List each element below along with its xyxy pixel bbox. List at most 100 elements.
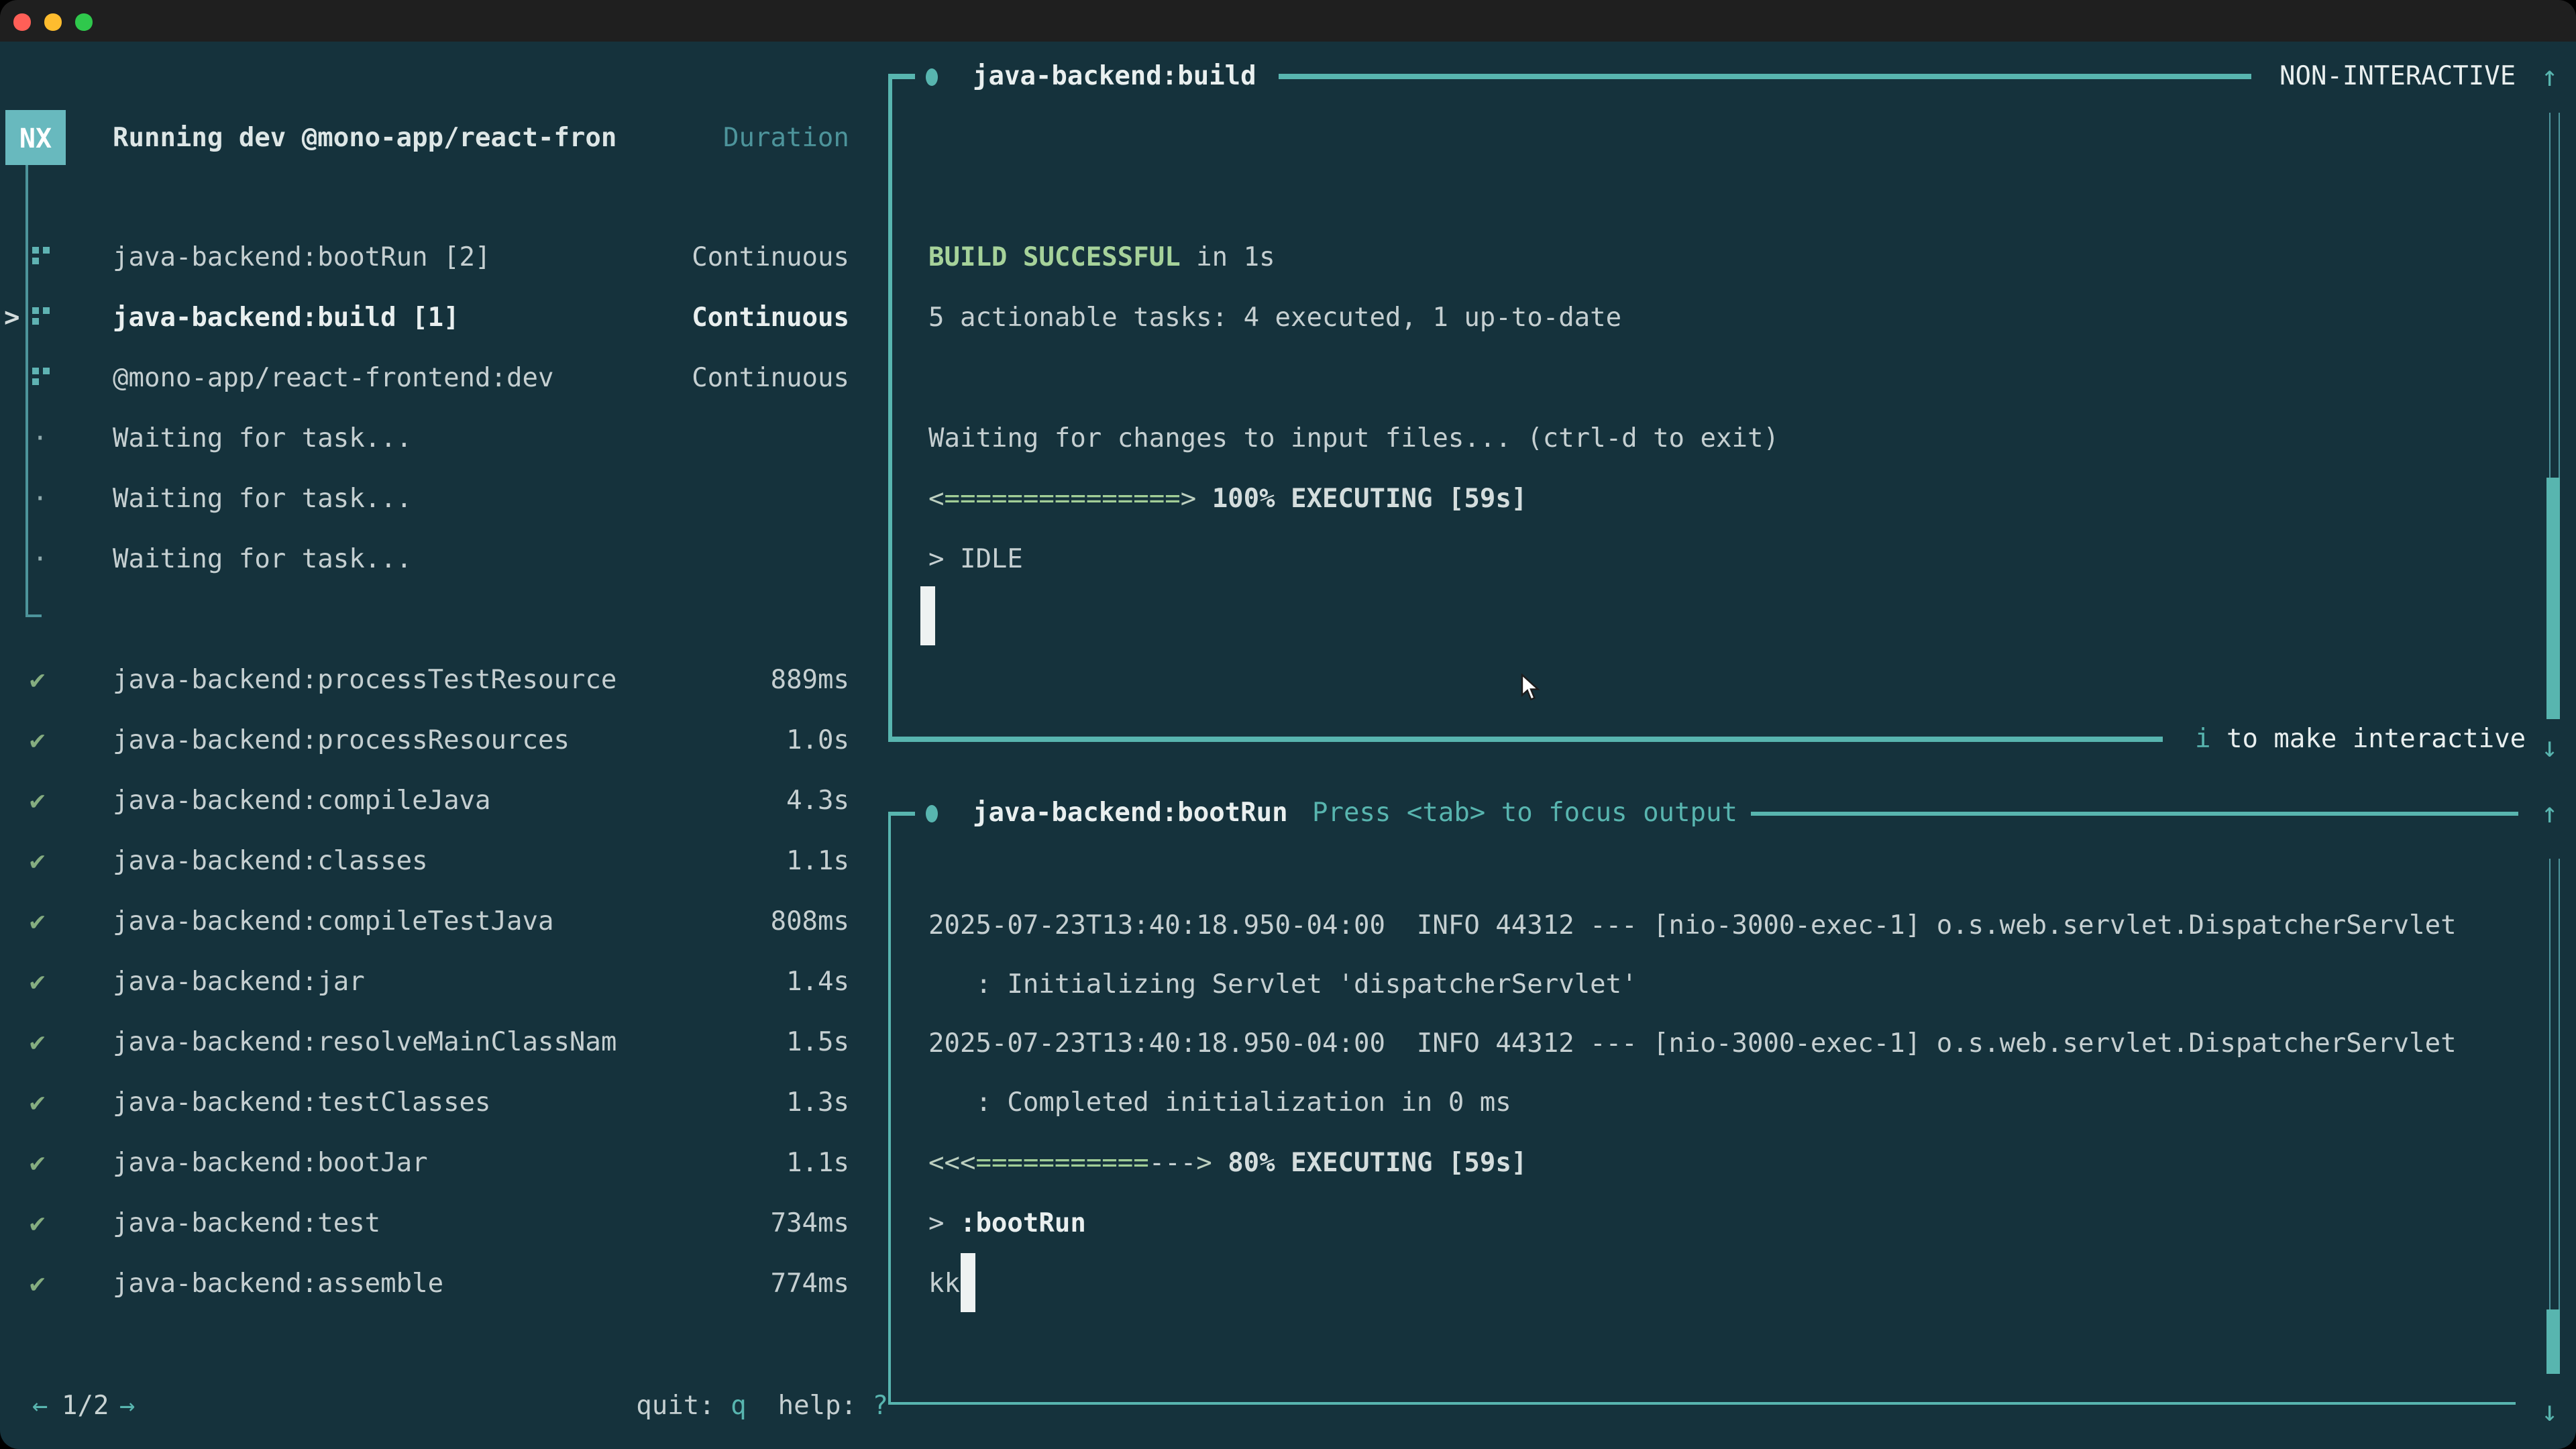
task-duration: 1.3s — [786, 1087, 849, 1119]
waiting-bullet-icon: · — [32, 483, 48, 515]
minimize-icon[interactable] — [44, 13, 61, 30]
check-icon: ✔ — [30, 1026, 46, 1059]
task-duration: 1.4s — [786, 966, 849, 998]
mode-badge: NON-INTERACTIVE — [2279, 60, 2516, 93]
task-duration: 889ms — [771, 664, 849, 696]
spinner-icon — [32, 368, 54, 389]
task-row-completed[interactable]: ✔ java-backend:resolveMainClassNam 1.5s — [0, 1026, 888, 1059]
check-icon: ✔ — [30, 966, 46, 998]
task-row-waiting[interactable]: · Waiting for task... — [0, 483, 888, 515]
pager-next-icon[interactable]: → — [119, 1390, 136, 1422]
scrollbar-track[interactable] — [2549, 113, 2560, 478]
panel-border-bottom — [888, 737, 2163, 742]
task-name: java-backend:build [1] — [113, 302, 460, 334]
scroll-up-icon[interactable]: ↑ — [2541, 60, 2558, 93]
task-row-bootrun[interactable]: java-backend:bootRun [2] Continuous — [0, 241, 888, 274]
task-name: java-backend:processResources — [113, 724, 570, 757]
interactive-hint: i to make interactive — [2195, 723, 2526, 755]
task-duration: 774ms — [771, 1268, 849, 1300]
log-line: 2025-07-23T13:40:18.950-04:00 INFO 44312… — [928, 910, 2457, 942]
pager-prev-icon[interactable]: ← — [32, 1390, 48, 1422]
task-name: java-backend:compileTestJava — [113, 906, 553, 938]
progress-fill: =========== — [975, 1147, 1148, 1178]
task-row-build-selected[interactable]: > java-backend:build [1] Continuous — [0, 302, 888, 334]
task-name: java-backend:testClasses — [113, 1087, 491, 1119]
task-row-completed[interactable]: ✔ java-backend:processResources 1.0s — [0, 724, 888, 757]
scroll-down-icon[interactable]: ↓ — [2541, 1395, 2558, 1428]
progress-fill: =============== — [945, 483, 1181, 514]
build-waiting-line: Waiting for changes to input files... (c… — [928, 423, 1779, 455]
progress-bar: <<<===========---> 80% EXECUTING [59s] — [928, 1147, 1527, 1179]
task-duration: 1.1s — [786, 845, 849, 877]
build-result: BUILD SUCCESSFUL — [928, 241, 1181, 272]
help-key: ? — [873, 1390, 889, 1421]
progress-close: > — [1196, 1147, 1212, 1178]
stdin-input-text[interactable]: kk — [928, 1268, 960, 1300]
task-row-completed[interactable]: ✔ java-backend:test 734ms — [0, 1208, 888, 1240]
sidebar-title: Running dev @mono-app/react-fron — [113, 122, 616, 154]
mouse-cursor-icon — [1520, 674, 1542, 703]
scroll-down-icon[interactable]: ↓ — [2541, 731, 2558, 763]
task-duration: 1.0s — [786, 724, 849, 757]
task-row-completed[interactable]: ✔ java-backend:classes 1.1s — [0, 845, 888, 877]
title-bar — [0, 0, 2576, 42]
task-row-completed[interactable]: ✔ java-backend:compileJava 4.3s — [0, 785, 888, 817]
task-duration: 1.1s — [786, 1147, 849, 1179]
progress-open: < — [928, 483, 945, 514]
scroll-up-icon[interactable]: ↑ — [2541, 797, 2558, 829]
panel-title: java-backend:bootRun — [973, 797, 1288, 829]
panel-border-left — [888, 812, 891, 1405]
task-row-completed[interactable]: ✔ java-backend:jar 1.4s — [0, 966, 888, 998]
close-icon[interactable] — [13, 13, 30, 30]
nx-logo: NX — [5, 110, 66, 165]
scrollbar-thumb[interactable] — [2546, 1309, 2560, 1374]
prompt-command: :bootRun — [960, 1208, 1086, 1238]
task-duration: 1.5s — [786, 1026, 849, 1059]
panel-border-corner — [888, 74, 915, 79]
focus-hint: Press <tab> to focus output — [1312, 797, 1737, 829]
task-row-completed[interactable]: ✔ java-backend:bootJar 1.1s — [0, 1147, 888, 1179]
task-row-waiting[interactable]: · Waiting for task... — [0, 423, 888, 455]
app-window: NX Running dev @mono-app/react-fron Dura… — [0, 0, 2576, 1449]
spinner-icon — [32, 247, 54, 268]
task-name: java-backend:bootJar — [113, 1147, 428, 1179]
terminal-cursor — [961, 1253, 975, 1312]
task-name: java-backend:resolveMainClassNam — [113, 1026, 616, 1059]
task-duration: Continuous — [692, 241, 849, 274]
panel-border-top — [1751, 812, 2518, 815]
scrollbar-track[interactable] — [2549, 859, 2560, 1309]
task-name: java-backend:compileJava — [113, 785, 491, 817]
task-row-frontend-dev[interactable]: @mono-app/react-frontend:dev Continuous — [0, 362, 888, 394]
task-name: @mono-app/react-frontend:dev — [113, 362, 553, 394]
check-icon: ✔ — [30, 1208, 46, 1240]
panel-border-corner — [888, 812, 915, 815]
keyboard-hints: quit: q help: ? — [636, 1390, 888, 1422]
pager-indicator: 1/2 — [62, 1390, 109, 1422]
task-row-waiting[interactable]: · Waiting for task... — [0, 543, 888, 576]
task-row-completed[interactable]: ✔ java-backend:compileTestJava 808ms — [0, 906, 888, 938]
task-row-completed[interactable]: ✔ java-backend:processTestResource 889ms — [0, 664, 888, 696]
check-icon: ✔ — [30, 1147, 46, 1179]
zoom-icon[interactable] — [75, 13, 92, 30]
terminal-cursor — [920, 586, 935, 645]
status-dot-icon — [926, 805, 938, 822]
task-name: Waiting for task... — [113, 423, 412, 455]
task-name: java-backend:assemble — [113, 1268, 443, 1300]
progress-tail: --- — [1149, 1147, 1196, 1178]
panel-title: java-backend:build — [973, 60, 1256, 93]
task-group-bracket-corner — [25, 614, 42, 617]
progress-close: > — [1181, 483, 1197, 514]
task-row-completed[interactable]: ✔ java-backend:assemble 774ms — [0, 1268, 888, 1300]
scrollbar-thumb[interactable] — [2546, 478, 2560, 719]
task-duration: 4.3s — [786, 785, 849, 817]
task-duration: Continuous — [692, 302, 849, 334]
status-dot-icon — [926, 68, 938, 86]
build-result-line: BUILD SUCCESSFUL in 1s — [928, 241, 1275, 274]
interactive-hint-text: to make interactive — [2211, 723, 2526, 754]
task-name: java-backend:jar — [113, 966, 365, 998]
task-row-completed[interactable]: ✔ java-backend:testClasses 1.3s — [0, 1087, 888, 1119]
help-label: help: — [747, 1390, 873, 1421]
progress-label: 80% EXECUTING [59s] — [1212, 1147, 1527, 1178]
build-result-time: in 1s — [1181, 241, 1275, 272]
panel-border-left — [888, 74, 892, 739]
